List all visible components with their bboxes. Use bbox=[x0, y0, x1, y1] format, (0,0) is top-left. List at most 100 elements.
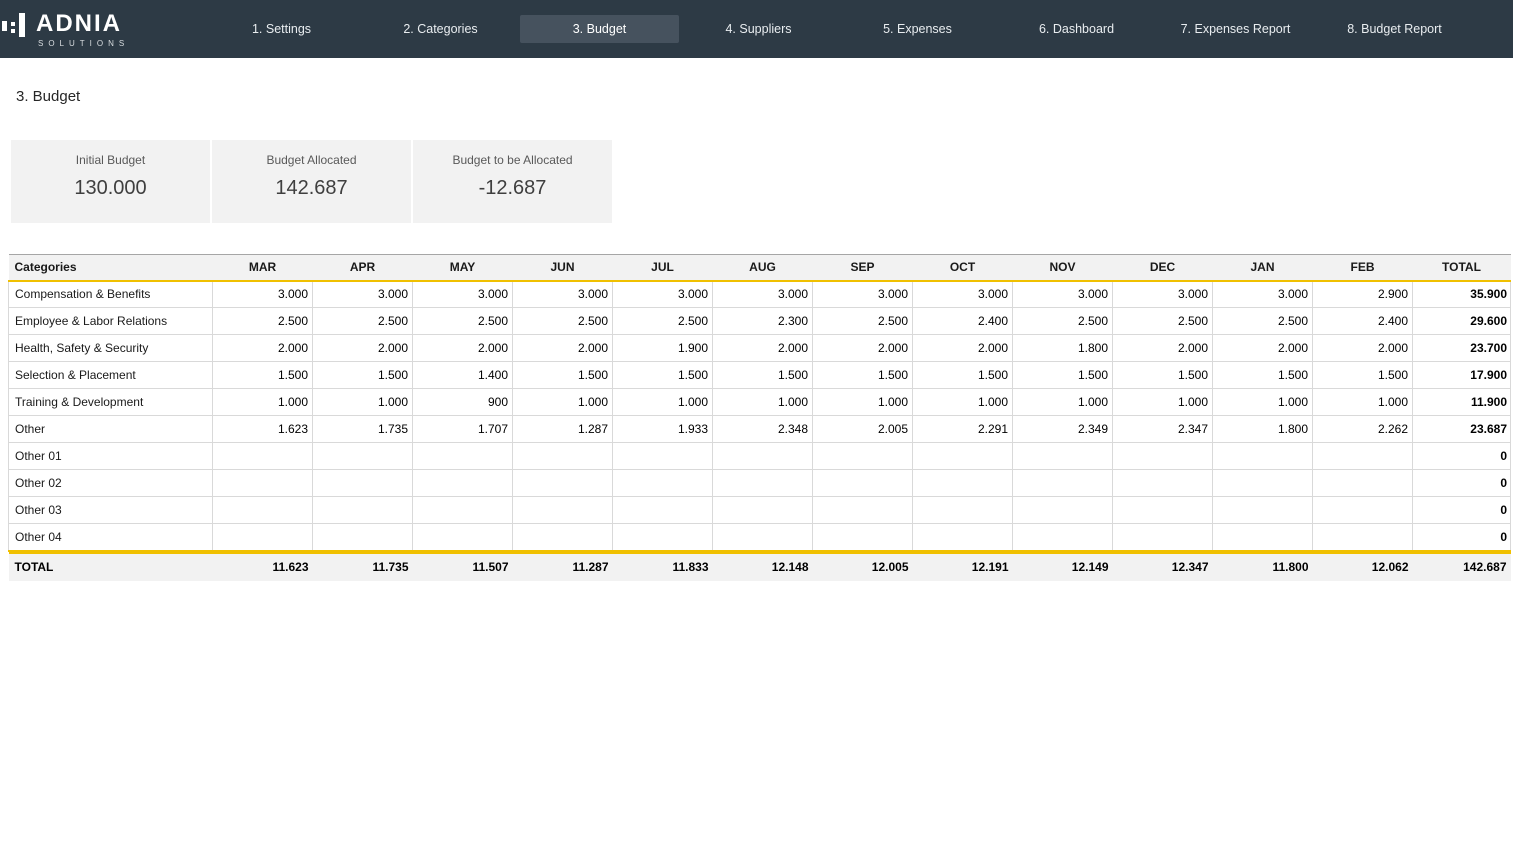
budget-cell[interactable]: 2.400 bbox=[913, 308, 1013, 335]
budget-cell[interactable]: 2.000 bbox=[913, 335, 1013, 362]
budget-cell[interactable]: 2.000 bbox=[213, 335, 313, 362]
budget-cell[interactable]: 3.000 bbox=[813, 281, 913, 308]
budget-cell[interactable]: 1.500 bbox=[1013, 362, 1113, 389]
nav-tab-8-budget-report[interactable]: 8. Budget Report bbox=[1315, 15, 1474, 43]
budget-cell[interactable]: 1.000 bbox=[913, 389, 1013, 416]
budget-cell[interactable]: 1.500 bbox=[913, 362, 1013, 389]
budget-cell[interactable]: 1.000 bbox=[513, 389, 613, 416]
budget-cell[interactable]: 2.500 bbox=[513, 308, 613, 335]
budget-cell[interactable]: 3.000 bbox=[613, 281, 713, 308]
budget-cell[interactable] bbox=[1013, 524, 1113, 551]
budget-cell[interactable]: 2.500 bbox=[213, 308, 313, 335]
budget-cell[interactable] bbox=[613, 524, 713, 551]
budget-cell[interactable] bbox=[213, 443, 313, 470]
budget-cell[interactable] bbox=[813, 470, 913, 497]
budget-cell[interactable]: 1.500 bbox=[1213, 362, 1313, 389]
budget-cell[interactable] bbox=[1113, 443, 1213, 470]
budget-cell[interactable] bbox=[1213, 497, 1313, 524]
nav-tab-3-budget[interactable]: 3. Budget bbox=[520, 15, 679, 43]
budget-cell[interactable]: 1.800 bbox=[1213, 416, 1313, 443]
budget-cell[interactable]: 3.000 bbox=[313, 281, 413, 308]
budget-cell[interactable]: 1.500 bbox=[213, 362, 313, 389]
budget-cell[interactable]: 1.500 bbox=[1313, 362, 1413, 389]
budget-cell[interactable]: 3.000 bbox=[513, 281, 613, 308]
budget-cell[interactable] bbox=[1313, 497, 1413, 524]
budget-cell[interactable] bbox=[1213, 470, 1313, 497]
budget-cell[interactable]: 2.262 bbox=[1313, 416, 1413, 443]
budget-cell[interactable]: 1.500 bbox=[513, 362, 613, 389]
budget-cell[interactable]: 1.287 bbox=[513, 416, 613, 443]
budget-cell[interactable] bbox=[313, 497, 413, 524]
budget-cell[interactable] bbox=[413, 524, 513, 551]
budget-cell[interactable]: 1.000 bbox=[1213, 389, 1313, 416]
budget-cell[interactable] bbox=[513, 524, 613, 551]
budget-cell[interactable]: 2.347 bbox=[1113, 416, 1213, 443]
budget-cell[interactable]: 1.500 bbox=[713, 362, 813, 389]
budget-cell[interactable]: 2.500 bbox=[613, 308, 713, 335]
nav-tab-5-expenses[interactable]: 5. Expenses bbox=[838, 15, 997, 43]
budget-cell[interactable] bbox=[813, 524, 913, 551]
budget-cell[interactable]: 2.900 bbox=[1313, 281, 1413, 308]
budget-cell[interactable]: 2.000 bbox=[1113, 335, 1213, 362]
budget-cell[interactable] bbox=[413, 443, 513, 470]
budget-cell[interactable]: 1.500 bbox=[813, 362, 913, 389]
budget-cell[interactable]: 1.900 bbox=[613, 335, 713, 362]
budget-cell[interactable] bbox=[713, 443, 813, 470]
budget-cell[interactable] bbox=[213, 497, 313, 524]
budget-cell[interactable]: 3.000 bbox=[413, 281, 513, 308]
budget-cell[interactable] bbox=[813, 497, 913, 524]
budget-cell[interactable]: 2.000 bbox=[713, 335, 813, 362]
budget-cell[interactable] bbox=[613, 497, 713, 524]
budget-cell[interactable] bbox=[213, 470, 313, 497]
budget-cell[interactable]: 1.933 bbox=[613, 416, 713, 443]
budget-cell[interactable]: 2.349 bbox=[1013, 416, 1113, 443]
budget-cell[interactable] bbox=[913, 470, 1013, 497]
budget-cell[interactable]: 900 bbox=[413, 389, 513, 416]
budget-cell[interactable]: 2.500 bbox=[1213, 308, 1313, 335]
budget-cell[interactable]: 1.500 bbox=[313, 362, 413, 389]
budget-cell[interactable]: 1.000 bbox=[1113, 389, 1213, 416]
budget-cell[interactable] bbox=[513, 443, 613, 470]
budget-cell[interactable]: 2.348 bbox=[713, 416, 813, 443]
budget-cell[interactable] bbox=[613, 470, 713, 497]
budget-cell[interactable]: 3.000 bbox=[913, 281, 1013, 308]
budget-cell[interactable] bbox=[413, 497, 513, 524]
budget-cell[interactable]: 1.000 bbox=[713, 389, 813, 416]
budget-cell[interactable] bbox=[913, 524, 1013, 551]
nav-tab-2-categories[interactable]: 2. Categories bbox=[361, 15, 520, 43]
budget-cell[interactable] bbox=[1013, 443, 1113, 470]
budget-cell[interactable]: 3.000 bbox=[713, 281, 813, 308]
budget-cell[interactable]: 2.000 bbox=[1313, 335, 1413, 362]
budget-cell[interactable]: 2.500 bbox=[313, 308, 413, 335]
nav-tab-7-expenses-report[interactable]: 7. Expenses Report bbox=[1156, 15, 1315, 43]
budget-cell[interactable] bbox=[913, 443, 1013, 470]
budget-cell[interactable]: 1.000 bbox=[813, 389, 913, 416]
budget-cell[interactable] bbox=[1013, 470, 1113, 497]
budget-cell[interactable]: 2.000 bbox=[413, 335, 513, 362]
budget-cell[interactable] bbox=[1113, 524, 1213, 551]
budget-cell[interactable] bbox=[1213, 524, 1313, 551]
budget-cell[interactable]: 2.300 bbox=[713, 308, 813, 335]
budget-cell[interactable]: 1.735 bbox=[313, 416, 413, 443]
budget-cell[interactable]: 3.000 bbox=[1213, 281, 1313, 308]
budget-cell[interactable]: 2.291 bbox=[913, 416, 1013, 443]
budget-cell[interactable] bbox=[313, 470, 413, 497]
budget-cell[interactable] bbox=[913, 497, 1013, 524]
budget-cell[interactable]: 1.000 bbox=[1313, 389, 1413, 416]
budget-cell[interactable] bbox=[813, 443, 913, 470]
budget-cell[interactable] bbox=[513, 497, 613, 524]
budget-cell[interactable]: 3.000 bbox=[213, 281, 313, 308]
budget-cell[interactable]: 3.000 bbox=[1113, 281, 1213, 308]
budget-cell[interactable]: 2.000 bbox=[513, 335, 613, 362]
budget-cell[interactable]: 2.500 bbox=[1013, 308, 1113, 335]
budget-cell[interactable] bbox=[1313, 443, 1413, 470]
budget-cell[interactable] bbox=[413, 470, 513, 497]
budget-cell[interactable] bbox=[1013, 497, 1113, 524]
nav-tab-4-suppliers[interactable]: 4. Suppliers bbox=[679, 15, 838, 43]
budget-cell[interactable]: 1.707 bbox=[413, 416, 513, 443]
budget-cell[interactable] bbox=[613, 443, 713, 470]
budget-cell[interactable]: 2.400 bbox=[1313, 308, 1413, 335]
budget-cell[interactable]: 1.623 bbox=[213, 416, 313, 443]
budget-cell[interactable]: 2.000 bbox=[313, 335, 413, 362]
budget-cell[interactable]: 1.000 bbox=[313, 389, 413, 416]
